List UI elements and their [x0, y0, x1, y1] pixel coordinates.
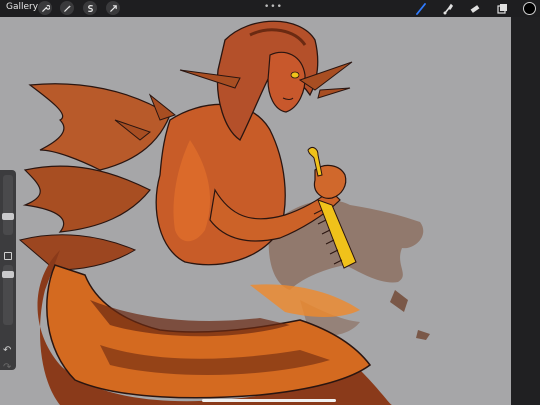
brush-size-thumb[interactable] — [2, 213, 14, 220]
more-options-button[interactable]: ••• — [264, 2, 283, 12]
smudge-icon[interactable] — [441, 2, 455, 16]
gallery-button[interactable]: Gallery — [6, 2, 38, 12]
opacity-slider[interactable] — [2, 265, 14, 325]
undo-button[interactable]: ↶ — [3, 345, 11, 356]
opacity-thumb[interactable] — [2, 271, 14, 278]
magic-wand-icon[interactable] — [60, 1, 74, 15]
brush-size-slider[interactable] — [2, 175, 14, 235]
selection-icon[interactable] — [83, 1, 97, 15]
mermaid-artwork — [18, 20, 430, 405]
eraser-icon[interactable] — [468, 2, 482, 16]
transform-icon[interactable] — [106, 1, 120, 15]
color-picker-button[interactable] — [523, 2, 536, 15]
drawing-canvas[interactable] — [0, 17, 511, 405]
sidebar-panel — [0, 170, 16, 370]
right-edge-panel — [511, 17, 540, 405]
layers-icon[interactable] — [495, 2, 509, 16]
brush-icon[interactable] — [414, 2, 428, 16]
wrench-icon[interactable] — [38, 1, 52, 15]
home-indicator[interactable] — [202, 399, 336, 402]
modify-button[interactable] — [4, 252, 12, 260]
top-toolbar: Gallery ••• — [0, 0, 540, 17]
redo-button[interactable]: ↷ — [3, 362, 11, 373]
